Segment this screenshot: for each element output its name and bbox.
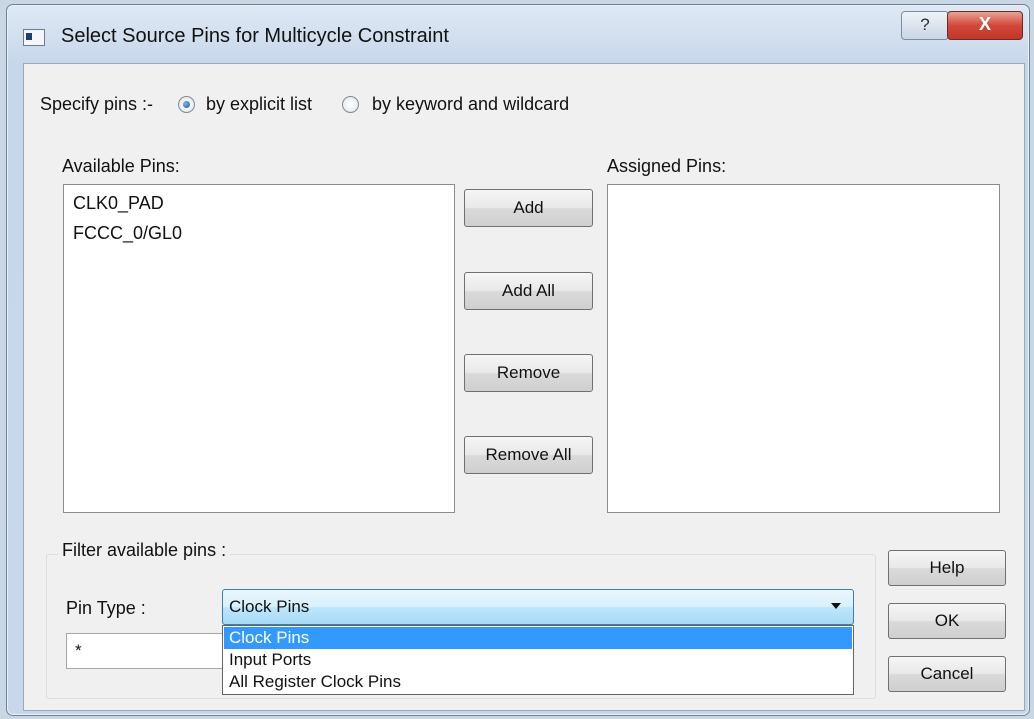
remove-all-button[interactable]: Remove All (464, 436, 593, 474)
ok-button[interactable]: OK (888, 603, 1006, 639)
dropdown-option-clock-pins[interactable]: Clock Pins (224, 627, 852, 649)
pin-type-label: Pin Type : (66, 598, 146, 618)
assigned-pins-list[interactable] (607, 184, 1000, 513)
pin-type-selected-value: Clock Pins (229, 597, 310, 616)
cancel-button[interactable]: Cancel (888, 656, 1006, 692)
window-title: Select Source Pins for Multicycle Constr… (61, 25, 449, 47)
pin-type-dropdown-list: Clock Pins Input Ports All Register Cloc… (222, 625, 854, 695)
available-pins-list[interactable]: CLK0_PAD FCCC_0/GL0 (63, 184, 455, 513)
available-pins-label: Available Pins: (62, 156, 180, 176)
radio-explicit-list[interactable] (178, 96, 195, 113)
dropdown-option-input-ports[interactable]: Input Ports (224, 649, 852, 671)
pin-type-combobox[interactable]: Clock Pins (222, 589, 854, 625)
remove-button[interactable]: Remove (464, 354, 593, 392)
chevron-down-icon[interactable] (831, 603, 841, 609)
radio-keyword-wildcard-label[interactable]: by keyword and wildcard (372, 94, 569, 115)
specify-pins-label: Specify pins :- (40, 94, 154, 114)
app-window-icon (23, 29, 45, 46)
title-bar[interactable]: Select Source Pins for Multicycle Constr… (7, 5, 1029, 63)
add-all-button[interactable]: Add All (464, 272, 593, 310)
list-item[interactable]: CLK0_PAD (73, 193, 164, 214)
radio-keyword-wildcard[interactable] (342, 96, 359, 113)
titlebar-help-button[interactable]: ? (901, 11, 949, 40)
assigned-pins-label: Assigned Pins: (607, 156, 727, 176)
close-button[interactable]: X (947, 11, 1023, 40)
radio-explicit-list-label[interactable]: by explicit list (206, 94, 312, 115)
list-item[interactable]: FCCC_0/GL0 (73, 223, 182, 244)
pin-filter-input[interactable]: * (66, 633, 226, 669)
help-button[interactable]: Help (888, 550, 1006, 586)
dialog-window: Select Source Pins for Multicycle Constr… (6, 4, 1030, 716)
add-button[interactable]: Add (464, 189, 593, 227)
dialog-client-area: Specify pins :- by explicit list by keyw… (23, 63, 1025, 711)
filter-group-label: Filter available pins : (58, 540, 231, 561)
dropdown-option-all-register-clock-pins[interactable]: All Register Clock Pins (224, 671, 852, 693)
